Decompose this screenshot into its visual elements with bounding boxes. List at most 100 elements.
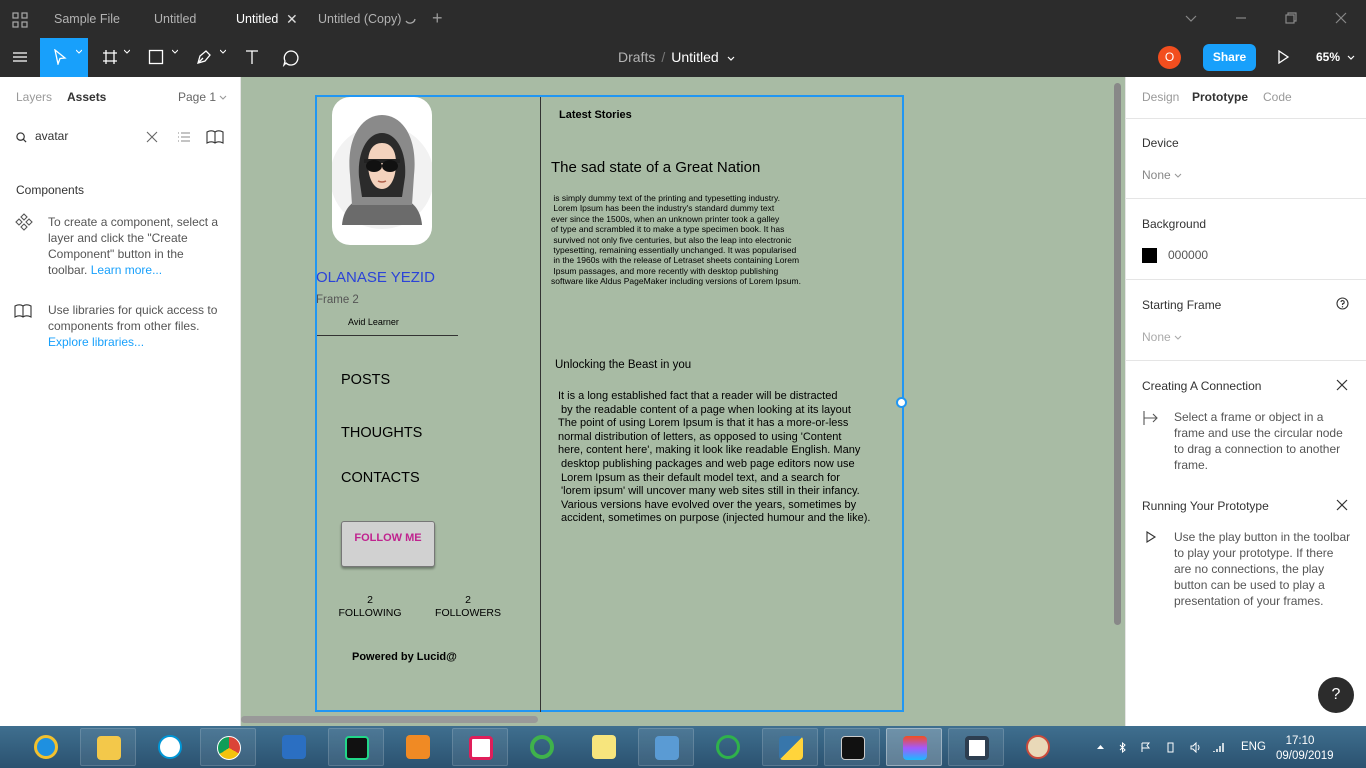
nav-contacts[interactable]: CONTACTS	[341, 470, 420, 486]
list-view-icon[interactable]	[177, 130, 191, 144]
close-window-icon[interactable]	[1333, 10, 1349, 26]
followers-count: 2	[465, 594, 471, 606]
taskbar-green-ring-app[interactable]	[700, 728, 756, 766]
comment-tool-button[interactable]	[278, 38, 306, 77]
taskbar-drawer-app[interactable]	[948, 728, 1004, 766]
battery-icon[interactable]	[1165, 742, 1176, 753]
tab-untitled[interactable]: Untitled	[154, 0, 196, 38]
learn-more-link[interactable]: Learn more...	[91, 263, 162, 277]
divider	[1126, 198, 1366, 199]
prototype-connection-node[interactable]	[896, 397, 907, 408]
bluetooth-icon[interactable]	[1117, 742, 1128, 753]
story-body[interactable]: is simply dummy text of the printing and…	[551, 193, 801, 287]
vertical-scrollbar[interactable]	[1114, 83, 1121, 625]
help-button[interactable]: ?	[1318, 677, 1354, 713]
follow-me-button[interactable]: FOLLOW ME	[341, 521, 435, 567]
nav-posts[interactable]: POSTS	[341, 372, 390, 388]
taskbar-figma[interactable]	[886, 728, 942, 766]
tray-chevron-up-icon[interactable]	[1095, 742, 1106, 753]
frame-icon	[103, 50, 117, 64]
share-button[interactable]: Share	[1203, 44, 1256, 71]
library-book-icon[interactable]	[206, 130, 224, 144]
loading-spinner-icon	[405, 18, 416, 24]
taskbar-control-panel[interactable]	[638, 728, 694, 766]
chevron-down-icon[interactable]	[727, 56, 735, 62]
clock[interactable]: 17:10 09/09/2019	[1276, 734, 1334, 764]
taskbar-python[interactable]	[762, 728, 818, 766]
close-tab-icon[interactable]: ✕	[286, 0, 298, 38]
taskbar-visual-studio[interactable]	[266, 728, 322, 766]
profile-name[interactable]: OLANASE YEZID	[316, 269, 435, 286]
file-name[interactable]: Untitled	[671, 49, 718, 65]
taskbar-chrome[interactable]	[200, 728, 256, 766]
close-icon[interactable]	[1335, 498, 1349, 512]
tab-assets[interactable]: Assets	[67, 90, 106, 104]
explore-libraries-link[interactable]: Explore libraries...	[48, 335, 144, 349]
frame-tool-button[interactable]	[96, 38, 136, 77]
volume-icon[interactable]	[1190, 742, 1201, 753]
latest-stories-heading[interactable]: Latest Stories	[559, 109, 632, 121]
grid-menu-icon[interactable]	[12, 12, 28, 28]
close-icon[interactable]	[1335, 378, 1349, 392]
taskbar-slack[interactable]	[452, 728, 508, 766]
following-stat[interactable]: 2 FOLLOWING	[331, 594, 409, 620]
language-indicator[interactable]: ENG	[1241, 741, 1266, 753]
background-hex-value[interactable]: 000000	[1168, 248, 1208, 262]
action-center-flag-icon[interactable]	[1140, 742, 1151, 753]
story-body[interactable]: It is a long established fact that a rea…	[558, 390, 870, 526]
play-icon[interactable]	[1276, 50, 1290, 64]
story-title[interactable]: Unlocking the Beast in you	[555, 359, 691, 371]
tab-design[interactable]: Design	[1142, 90, 1179, 104]
move-tool-button[interactable]	[40, 38, 88, 77]
search-input[interactable]	[35, 129, 135, 143]
tab-sample-file[interactable]: Sample File	[54, 0, 120, 38]
new-tab-icon[interactable]: +	[432, 0, 443, 36]
tab-untitled-active[interactable]: Untitled ✕	[236, 0, 300, 38]
nav-thoughts[interactable]: THOUGHTS	[341, 425, 422, 441]
clear-search-icon[interactable]	[146, 131, 158, 143]
taskbar-media-player[interactable]	[390, 728, 446, 766]
internet-explorer-icon	[34, 735, 58, 759]
taskbar-internet-explorer[interactable]	[18, 728, 74, 766]
starting-frame-value: None	[1142, 330, 1171, 344]
followers-stat[interactable]: 2 FOLLOWERS	[429, 594, 507, 620]
shape-tool-button[interactable]	[142, 38, 182, 77]
profile-role[interactable]: Avid Learner	[348, 317, 399, 327]
user-avatar[interactable]: O	[1158, 46, 1181, 69]
main-menu-button[interactable]	[0, 38, 40, 77]
device-dropdown[interactable]: None	[1142, 168, 1182, 182]
taskbar-sticky-notes[interactable]	[576, 728, 632, 766]
taskbar-file-explorer[interactable]	[80, 728, 136, 766]
pen-tool-button[interactable]	[190, 38, 230, 77]
network-signal-icon[interactable]	[1213, 742, 1224, 753]
zoom-dropdown[interactable]: 65%	[1316, 38, 1355, 77]
design-canvas[interactable]: OLANASE YEZID Frame 2 Avid Learner POSTS…	[241, 77, 1125, 726]
tab-code[interactable]: Code	[1263, 90, 1292, 104]
profile-avatar-image[interactable]	[332, 97, 432, 245]
control-panel-icon	[655, 736, 679, 760]
background-color-swatch[interactable]	[1142, 248, 1157, 263]
pycharm-icon	[345, 736, 369, 760]
breadcrumb-drafts[interactable]: Drafts	[618, 49, 655, 65]
frame-label[interactable]: Frame 2	[316, 294, 359, 306]
taskbar-spinner-app[interactable]	[514, 728, 570, 766]
horizontal-scrollbar[interactable]	[241, 716, 538, 723]
taskbar-paint[interactable]	[1010, 728, 1066, 766]
help-circle-icon[interactable]	[1336, 297, 1349, 310]
starting-frame-dropdown[interactable]: None	[1142, 330, 1182, 344]
taskbar-terminal[interactable]	[824, 728, 880, 766]
taskbar-pycharm[interactable]	[328, 728, 384, 766]
tab-layers[interactable]: Layers	[16, 90, 52, 104]
tab-untitled-copy[interactable]: Untitled (Copy)	[318, 0, 428, 38]
tab-prototype[interactable]: Prototype	[1192, 90, 1248, 104]
restore-icon[interactable]	[1283, 10, 1299, 26]
minimize-icon[interactable]	[1233, 10, 1249, 26]
chevron-down-icon[interactable]	[1183, 10, 1199, 26]
story-title[interactable]: The sad state of a Great Nation	[551, 159, 760, 176]
taskbar-hp[interactable]	[142, 728, 198, 766]
properties-panel: Design Prototype Code Device None Backgr…	[1125, 77, 1366, 726]
chevron-down-icon	[1174, 335, 1182, 340]
powered-by-text[interactable]: Powered by Lucid@	[352, 651, 457, 663]
page-dropdown[interactable]: Page 1	[178, 90, 227, 104]
text-tool-button[interactable]	[238, 38, 266, 77]
